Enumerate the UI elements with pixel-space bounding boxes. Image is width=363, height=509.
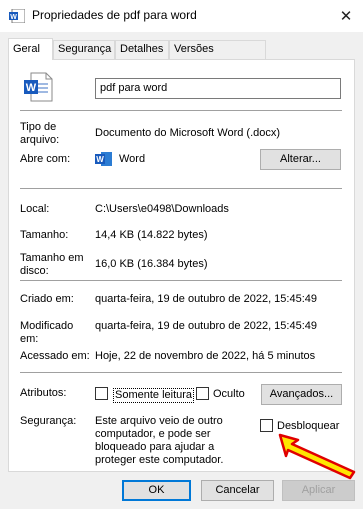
arrow-pointer-icon bbox=[278, 433, 356, 480]
tab-geral[interactable]: Geral bbox=[8, 38, 53, 60]
created-label: Criado em: bbox=[20, 293, 74, 305]
separator bbox=[20, 372, 342, 373]
cancel-button[interactable]: Cancelar bbox=[201, 480, 274, 501]
tab-detalhes[interactable]: Detalhes bbox=[115, 40, 169, 59]
opens-with-value: Word bbox=[119, 153, 146, 165]
tab-versoes-anteriores[interactable]: Versões Anteriores bbox=[169, 40, 266, 72]
attributes-label: Atributos: bbox=[20, 387, 67, 399]
created-value: quarta-feira, 19 de outubro de 2022, 15:… bbox=[95, 293, 318, 305]
apply-button[interactable]: Aplicar bbox=[282, 480, 355, 501]
file-type-value: Documento do Microsoft Word (.docx) bbox=[95, 127, 281, 139]
file-type-label: Tipo de arquivo: bbox=[20, 121, 60, 146]
modified-value: quarta-feira, 19 de outubro de 2022, 15:… bbox=[95, 320, 318, 332]
separator bbox=[20, 188, 342, 189]
svg-text:W: W bbox=[96, 155, 104, 164]
close-icon: ✕ bbox=[339, 8, 353, 25]
readonly-label[interactable]: Somente leitura bbox=[113, 388, 195, 403]
word-document-icon: W bbox=[9, 9, 25, 23]
size-label: Tamanho: bbox=[20, 229, 69, 241]
title-bar: W Propriedades de pdf para word ✕ bbox=[0, 0, 363, 32]
word-icon: W bbox=[95, 152, 112, 166]
file-name-input[interactable]: pdf para word bbox=[95, 78, 341, 99]
size-on-disk-value: 16,0 KB (16.384 bytes) bbox=[95, 258, 208, 270]
ok-button[interactable]: OK bbox=[122, 480, 191, 501]
size-value: 14,4 KB (14.822 bytes) bbox=[95, 229, 208, 241]
tab-seguranca[interactable]: Segurança bbox=[53, 40, 115, 59]
opens-with-label: Abre com: bbox=[20, 153, 71, 165]
accessed-value: Hoje, 22 de novembro de 2022, há 5 minut… bbox=[95, 350, 316, 362]
svg-text:W: W bbox=[26, 82, 37, 94]
change-button[interactable]: Alterar... bbox=[260, 149, 341, 170]
hidden-label[interactable]: Oculto bbox=[213, 388, 245, 401]
accessed-label: Acessado em: bbox=[20, 350, 90, 362]
word-document-icon: W bbox=[24, 72, 53, 102]
separator bbox=[20, 280, 342, 281]
tab-bar: Geral Segurança Detalhes Versões Anterio… bbox=[8, 38, 355, 72]
window-title: Propriedades de pdf para word bbox=[32, 8, 197, 22]
separator bbox=[20, 110, 342, 111]
security-label: Segurança: bbox=[20, 415, 77, 427]
modified-label: Modificado em: bbox=[20, 320, 74, 345]
general-panel: W pdf para word Tipo de arquivo: Documen… bbox=[8, 59, 355, 472]
svg-text:W: W bbox=[10, 14, 17, 21]
security-message: Este arquivo veio de outro computador, e… bbox=[95, 415, 224, 466]
size-on-disk-label: Tamanho em disco: bbox=[20, 252, 84, 277]
readonly-checkbox[interactable] bbox=[95, 387, 108, 400]
advanced-button[interactable]: Avançados... bbox=[261, 384, 342, 405]
close-button[interactable]: ✕ bbox=[329, 0, 363, 32]
location-label: Local: bbox=[20, 203, 50, 215]
location-value: C:\Users\e0498\Downloads bbox=[95, 203, 229, 215]
hidden-checkbox[interactable] bbox=[196, 387, 209, 400]
